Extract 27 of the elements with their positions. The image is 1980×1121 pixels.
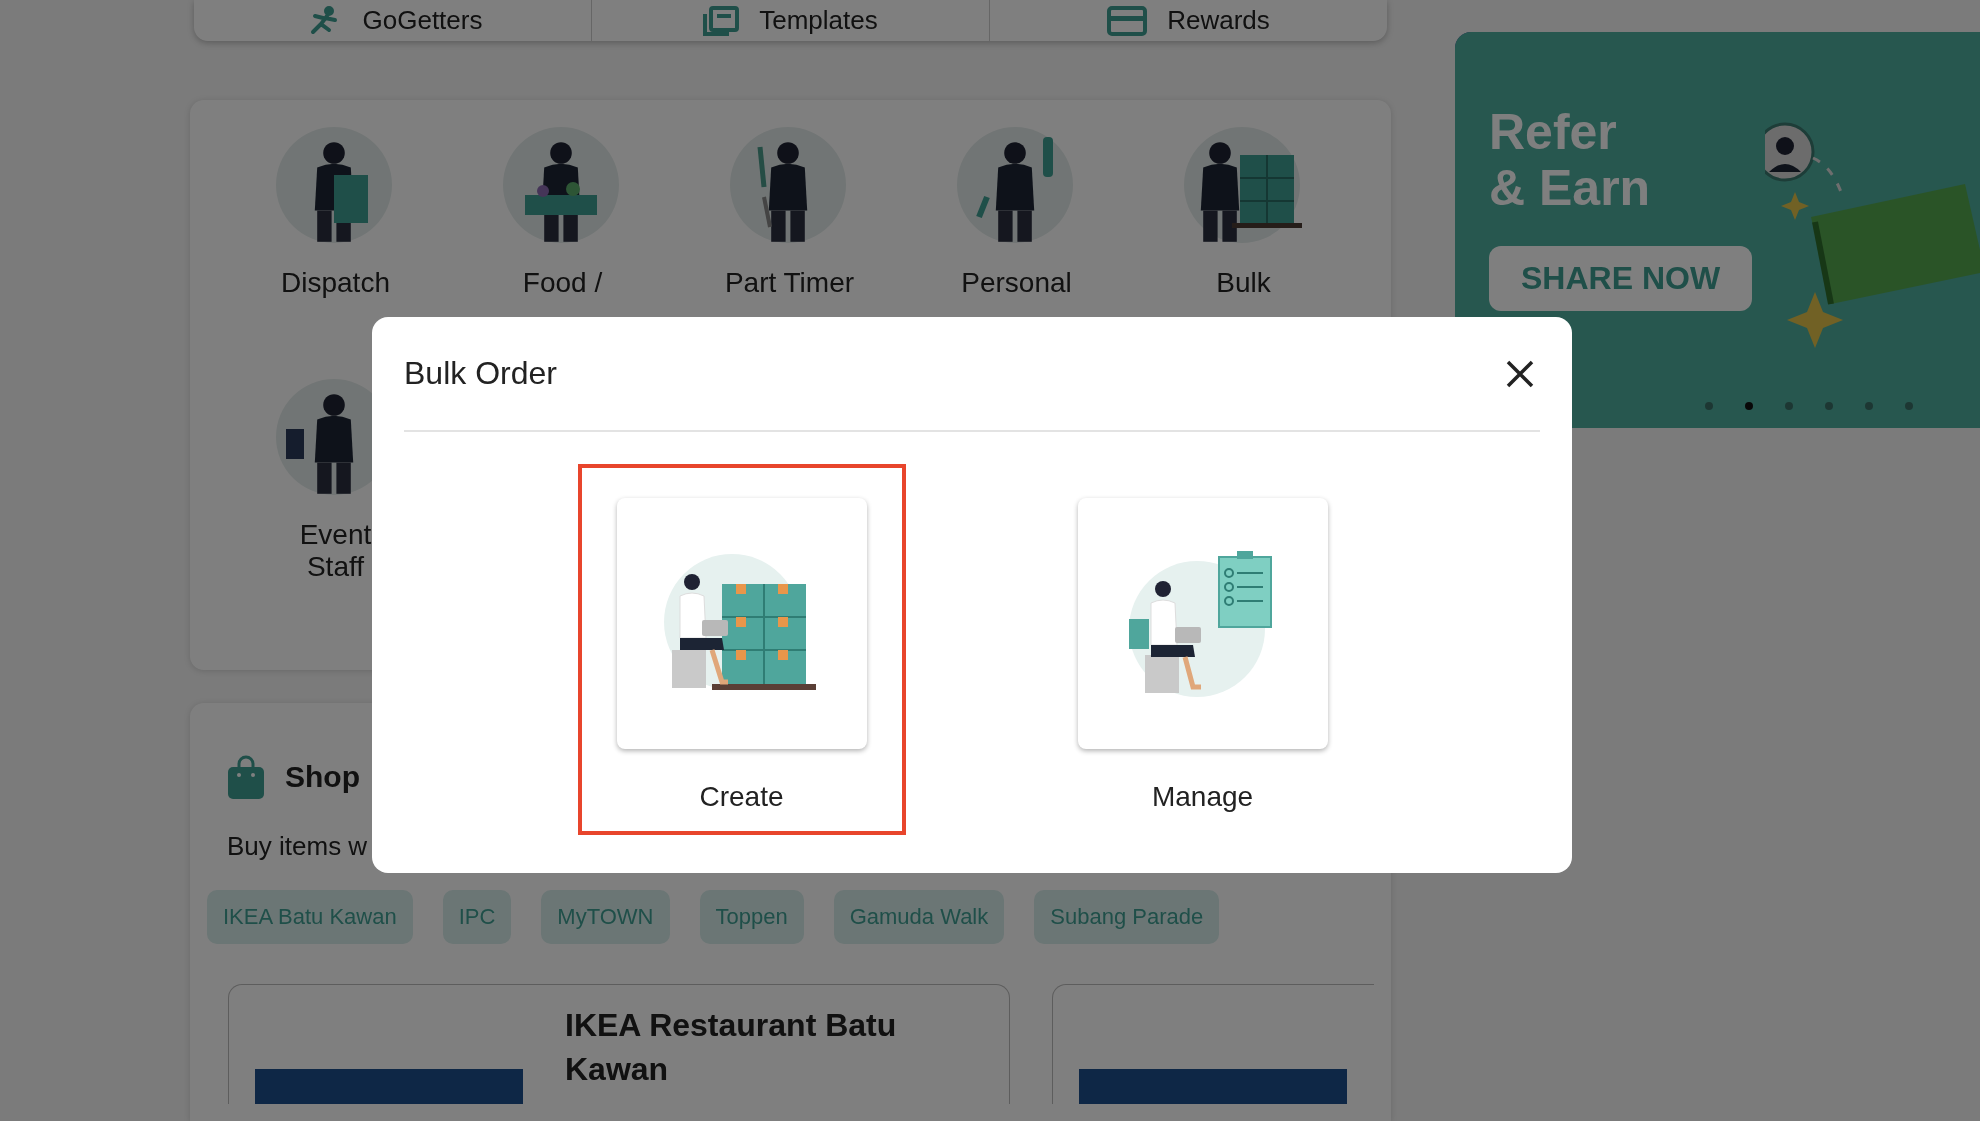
close-icon xyxy=(1506,359,1534,388)
section-title: Shop xyxy=(285,760,360,794)
carousel-dot[interactable] xyxy=(1825,402,1833,410)
dialog-title: Bulk Order xyxy=(404,355,557,392)
document-icon xyxy=(703,5,740,36)
nav-tab[interactable]: GoGetters xyxy=(194,0,592,41)
carousel-dot[interactable] xyxy=(1785,402,1793,410)
nav-tab[interactable]: Templates xyxy=(592,0,990,41)
section-description: Buy items w xyxy=(227,831,369,862)
carousel-dot[interactable] xyxy=(1705,402,1713,410)
option-button[interactable]: Manage xyxy=(1038,464,1367,835)
nav-tab[interactable]: Rewards xyxy=(990,0,1387,41)
carousel-dot[interactable] xyxy=(1905,402,1913,410)
service-tile[interactable]: Bulk xyxy=(1130,127,1357,299)
service-tile[interactable]: Dispatch xyxy=(222,127,449,299)
shopping-bag-icon xyxy=(227,755,265,799)
service-tile[interactable]: Food / xyxy=(449,127,676,299)
store-card[interactable]: IKEA Restaurant Batu Kawan xyxy=(228,984,1010,1104)
carousel-dot[interactable] xyxy=(1745,402,1753,410)
service-tile[interactable]: Personal xyxy=(903,127,1130,299)
option-button[interactable]: Create xyxy=(577,464,906,835)
store-name: IKEA Restaurant Batu Kawan xyxy=(565,1006,898,1089)
carousel-dot[interactable] xyxy=(1865,402,1873,410)
store-card[interactable] xyxy=(1052,984,1374,1104)
banner-title: Refer & Earn xyxy=(1489,104,1651,216)
service-tile[interactable]: Part Timer xyxy=(676,127,903,299)
card-icon xyxy=(1107,5,1148,36)
